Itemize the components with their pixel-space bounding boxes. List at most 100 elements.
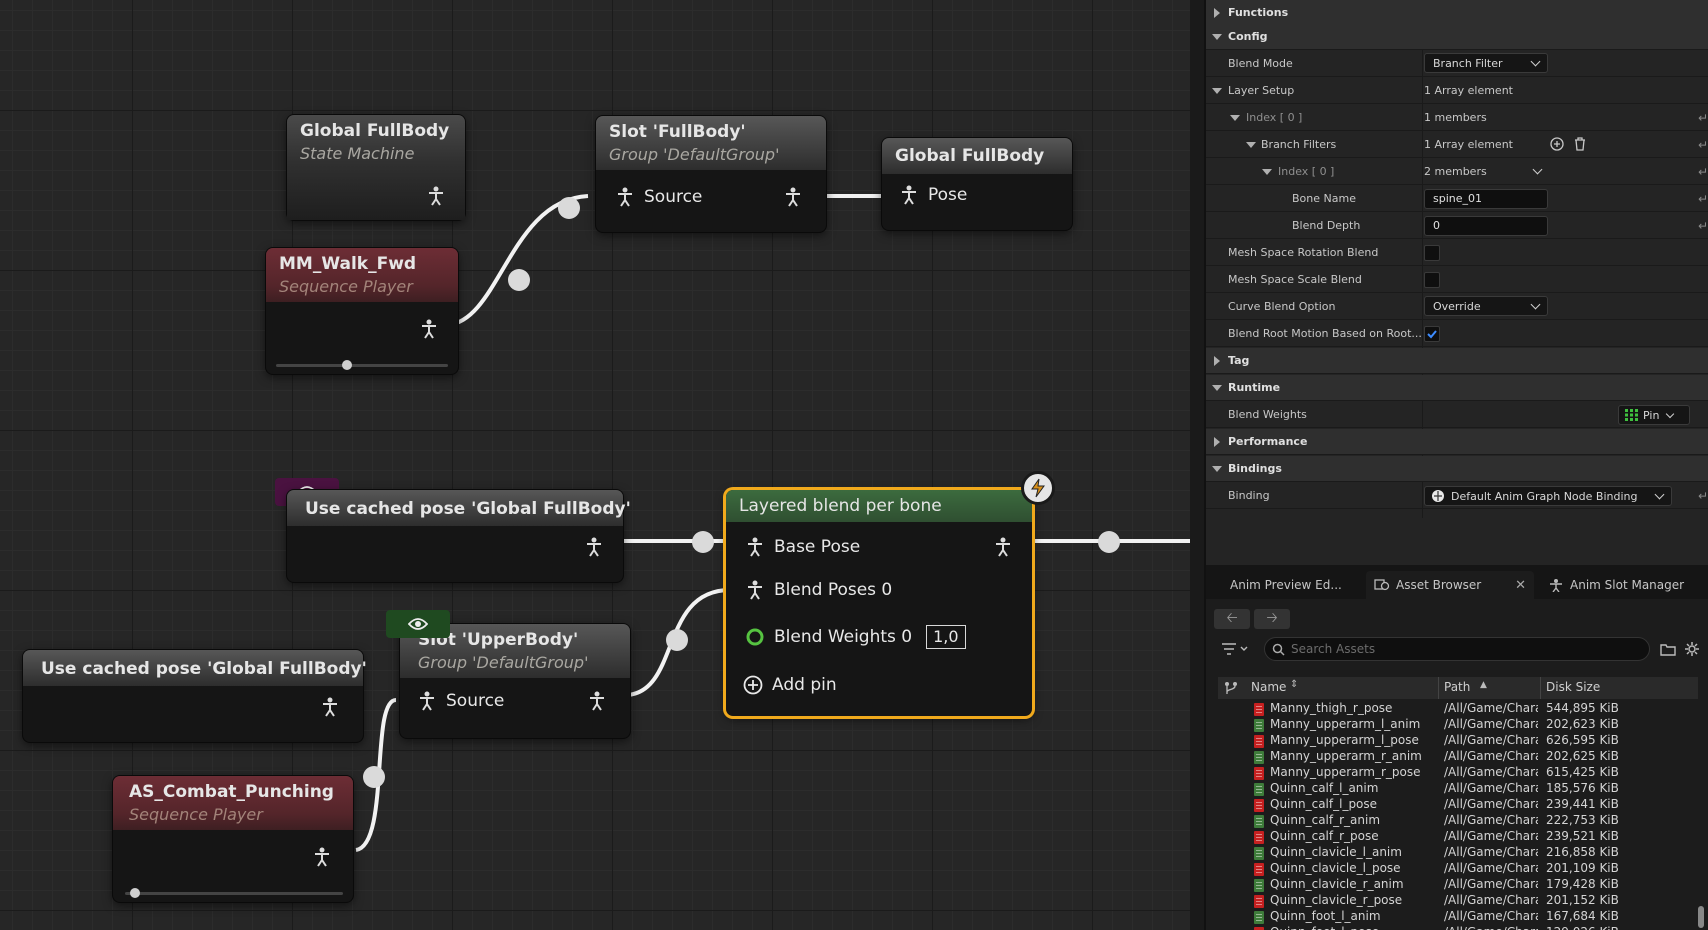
category-performance[interactable]: Performance	[1206, 429, 1708, 455]
property-branch-filters[interactable]: Branch Filters 1 Array element ↵	[1206, 132, 1708, 158]
add-element-icon[interactable]	[1550, 137, 1564, 151]
property-blend-depth: Blend Depth 0 ↵	[1206, 213, 1708, 239]
playback-slider[interactable]	[125, 892, 343, 895]
reset-arrow-icon[interactable]: ↵	[1698, 219, 1708, 233]
node-layered-blend-per-bone[interactable]: Layered blend per bone Base Pose Blend P…	[726, 471, 1055, 716]
watch-eye-badge[interactable]	[386, 610, 450, 638]
category-tag[interactable]: Tag	[1206, 348, 1708, 374]
bone-name-input[interactable]: spine_01	[1424, 189, 1548, 209]
category-functions[interactable]: Functions	[1206, 0, 1708, 26]
anim-asset-icon	[1254, 911, 1264, 924]
settings-gear-icon[interactable]	[1684, 641, 1700, 657]
binding-dropdown[interactable]: Default Anim Graph Node Binding	[1424, 486, 1672, 506]
node-use-cached-pose[interactable]: Use cached pose 'Global FullBody'	[287, 490, 631, 582]
eye-icon	[408, 618, 428, 630]
root-motion-checkbox[interactable]	[1424, 326, 1440, 342]
scrollbar-thumb[interactable]	[1698, 906, 1704, 928]
table-row[interactable]: Quinn_calf_l_pose/All/Game/Charac 239,441…	[1218, 797, 1698, 813]
tab-asset-browser[interactable]: Asset Browser ✕	[1366, 571, 1534, 599]
table-row[interactable]: Quinn_calf_r_pose/All/Game/Charac 239,521…	[1218, 829, 1698, 845]
property-layer-setup[interactable]: Layer Setup 1 Array element	[1206, 78, 1708, 104]
reroute-knot[interactable]	[558, 197, 580, 219]
property-index-0[interactable]: Index [ 0 ] 1 members ↵	[1206, 105, 1708, 131]
category-runtime[interactable]: Runtime	[1206, 375, 1708, 401]
source-pin[interactable]: Source	[416, 690, 504, 712]
pose-output-pin-icon[interactable]	[583, 536, 605, 558]
base-pose-pin[interactable]: Base Pose	[744, 536, 860, 558]
node-state-machine[interactable]: Global FullBody State Machine	[287, 115, 465, 220]
table-row[interactable]: Manny_upperarm_r_pose/All/Game/Charac 615…	[1218, 765, 1698, 781]
table-row[interactable]: Manny_upperarm_l_pose/All/Game/Charac 626…	[1218, 733, 1698, 749]
blend-mode-dropdown[interactable]: Branch Filter	[1424, 53, 1548, 73]
search-assets-input[interactable]: Search Assets	[1264, 637, 1650, 661]
forward-button[interactable]: 🡢	[1254, 609, 1290, 629]
node-sequence-player-walk[interactable]: MM_Walk_Fwd Sequence Player	[266, 248, 458, 374]
blend-poses-pin[interactable]: Blend Poses 0	[744, 579, 892, 601]
folder-icon[interactable]	[1660, 642, 1676, 656]
table-row[interactable]: Quinn_calf_r_anim/All/Game/Charac 222,753…	[1218, 813, 1698, 829]
table-row[interactable]: Manny_upperarm_r_anim/All/Game/Charac 202…	[1218, 749, 1698, 765]
node-title: Use cached pose 'Global FullBody'	[305, 499, 631, 519]
reset-arrow-icon[interactable]: ↵	[1698, 165, 1708, 179]
anim-graph-canvas[interactable]: Global FullBody State Machine Slot 'Full…	[0, 0, 1190, 930]
pose-output-pin-icon[interactable]	[586, 690, 608, 712]
column-path[interactable]: Path	[1444, 680, 1470, 694]
table-row[interactable]: Manny_upperarm_l_anim/All/Game/Charac 202…	[1218, 717, 1698, 733]
playback-slider[interactable]	[276, 364, 448, 367]
blend-depth-input[interactable]: 0	[1424, 216, 1548, 236]
playback-slider-knob[interactable]	[342, 360, 352, 370]
node-output-pose[interactable]: Global FullBody Pose	[882, 138, 1072, 230]
property-index-0-inner[interactable]: Index [ 0 ] 2 members ↵	[1206, 159, 1708, 185]
table-row[interactable]: Quinn_clavicle_r_pose/All/Game/Charac 201…	[1218, 893, 1698, 909]
pose-output-pin-icon[interactable]	[782, 186, 804, 208]
pin-toggle-button[interactable]: Pin	[1618, 405, 1690, 425]
reroute-knot[interactable]	[508, 269, 530, 291]
reroute-knot[interactable]	[692, 531, 714, 553]
blend-weights-pin[interactable]: Blend Weights 0 1,0	[744, 625, 966, 649]
curve-blend-dropdown[interactable]: Override	[1424, 296, 1548, 316]
pose-output-pin-icon[interactable]	[319, 696, 341, 718]
reset-arrow-icon[interactable]: ↵	[1698, 489, 1708, 503]
column-name[interactable]: Name	[1251, 680, 1286, 694]
close-tab-icon[interactable]: ✕	[1515, 578, 1526, 593]
table-row[interactable]: Quinn_clavicle_l_pose/All/Game/Charac 201…	[1218, 861, 1698, 877]
pose-pin[interactable]: Pose	[898, 184, 967, 206]
column-disk-size[interactable]: Disk Size	[1546, 680, 1600, 694]
filter-button[interactable]	[1220, 641, 1252, 659]
source-pin[interactable]: Source	[614, 186, 702, 208]
table-row[interactable]: Quinn_clavicle_r_anim/All/Game/Charac 179…	[1218, 877, 1698, 893]
table-row[interactable]: Quinn_foot_l_anim/All/Game/Charac 167,684…	[1218, 909, 1698, 925]
pose-pin-icon[interactable]	[425, 185, 447, 207]
tab-anim-preview[interactable]: Anim Preview Ed...	[1222, 571, 1350, 599]
reset-arrow-icon[interactable]: ↵	[1698, 111, 1708, 125]
reroute-knot[interactable]	[1098, 531, 1120, 553]
pose-output-pin-icon[interactable]	[418, 318, 440, 340]
trash-icon[interactable]	[1574, 137, 1586, 151]
node-slot-upperbody[interactable]: Slot 'UpperBody' Group 'DefaultGroup' So…	[400, 624, 630, 738]
node-slot-fullbody[interactable]: Slot 'FullBody' Group 'DefaultGroup' Sou…	[596, 116, 826, 232]
branch-icon[interactable]	[1224, 681, 1238, 695]
asset-name: Quinn_clavicle_r_pose	[1270, 893, 1403, 907]
tab-anim-slot-manager[interactable]: Anim Slot Manager	[1540, 571, 1692, 599]
pose-output-pin-icon[interactable]	[992, 536, 1014, 558]
mesh-scale-checkbox[interactable]	[1424, 272, 1440, 288]
reset-arrow-icon[interactable]: ↵	[1698, 192, 1708, 206]
chevron-down-icon[interactable]	[1532, 164, 1543, 175]
add-pin-button[interactable]: Add pin	[742, 674, 837, 696]
table-row[interactable]: Quinn_foot_l_pose/All/Game/Charac 129,026…	[1218, 925, 1698, 930]
back-button[interactable]: 🡠	[1214, 609, 1250, 629]
blend-weight-input[interactable]: 1,0	[926, 625, 966, 649]
reroute-knot[interactable]	[666, 629, 688, 651]
table-row[interactable]: Quinn_calf_l_anim/All/Game/Charac 185,576…	[1218, 781, 1698, 797]
reroute-knot[interactable]	[363, 766, 385, 788]
mesh-rotation-checkbox[interactable]	[1424, 245, 1440, 261]
category-bindings[interactable]: Bindings	[1206, 456, 1708, 482]
category-config[interactable]: Config	[1206, 24, 1708, 50]
node-sequence-player-punching[interactable]: AS_Combat_Punching Sequence Player	[113, 776, 353, 902]
table-row[interactable]: Manny_thigh_r_pose/All/Game/Charac 544,89…	[1218, 701, 1698, 717]
table-row[interactable]: Quinn_clavicle_l_anim/All/Game/Charac 216…	[1218, 845, 1698, 861]
playback-slider-knob[interactable]	[130, 888, 140, 898]
reset-arrow-icon[interactable]: ↵	[1698, 138, 1708, 152]
node-use-cached-pose[interactable]: Use cached pose 'Global FullBody'	[23, 650, 367, 742]
pose-output-pin-icon[interactable]	[311, 846, 333, 868]
